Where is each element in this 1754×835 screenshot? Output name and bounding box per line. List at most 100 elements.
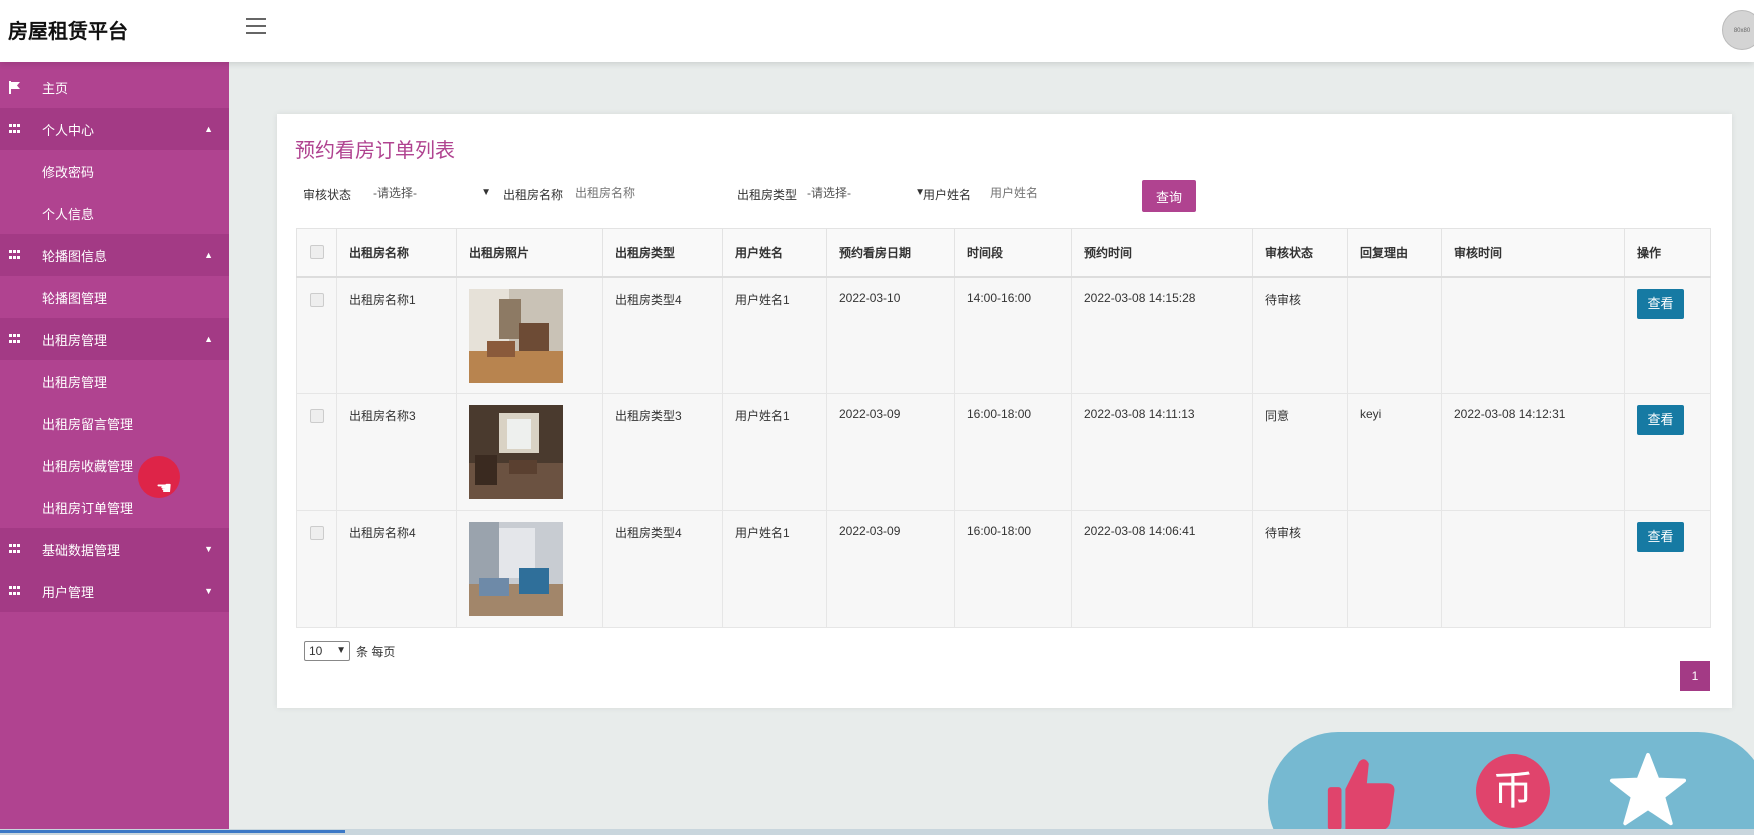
cell-name: 出租房名称3	[336, 393, 457, 511]
row-checkbox[interactable]	[296, 393, 337, 511]
sidebar-group-label: 轮播图信息	[42, 248, 108, 264]
cell-actions: 查看	[1624, 276, 1711, 394]
grid-icon	[8, 124, 22, 134]
cell-booked-time: 2022-03-08 14:15:28	[1071, 276, 1253, 394]
cell-user: 用户姓名1	[722, 276, 827, 394]
app-title: 房屋租赁平台	[8, 21, 128, 43]
coin-glyph: 币	[1476, 754, 1550, 828]
thumbs-up-icon[interactable]	[1322, 752, 1400, 830]
orders-table: 出租房名称 出租房照片 出租房类型 用户姓名 预约看房日期 时间段 预约时间 审…	[296, 228, 1711, 628]
column-header: 操作	[1624, 228, 1711, 278]
sidebar-group-label: 出租房管理	[42, 332, 108, 348]
sidebar-group-label: 用户管理	[42, 584, 95, 600]
cell-user: 用户姓名1	[722, 393, 827, 511]
table-row: 出租房名称1 出租房类型4 用户姓名1 2022-03-10 14:00-16:…	[296, 276, 1711, 394]
cell-review-time	[1441, 510, 1625, 628]
row-checkbox[interactable]	[296, 276, 337, 394]
grid-icon	[8, 334, 22, 344]
cell-slot: 14:00-16:00	[954, 276, 1072, 394]
sidebar-item-rental-favorites[interactable]: 出租房收藏管理	[0, 444, 229, 486]
grid-icon	[8, 250, 22, 260]
sidebar-item-change-password[interactable]: 修改密码	[0, 150, 229, 192]
cell-date: 2022-03-09	[826, 393, 955, 511]
query-button[interactable]: 查询	[1142, 180, 1196, 212]
sidebar-item-home[interactable]: 主页	[0, 66, 229, 108]
table-header-row: 出租房名称 出租房照片 出租房类型 用户姓名 预约看房日期 时间段 预约时间 审…	[296, 228, 1711, 278]
cell-review-time	[1441, 276, 1625, 394]
column-header: 预约时间	[1071, 228, 1253, 278]
star-icon[interactable]	[1609, 752, 1687, 830]
top-header: 房屋租赁平台 80x80	[0, 0, 1754, 62]
caret-up-icon: ▲	[204, 334, 213, 344]
chevron-down-icon: ▼	[481, 187, 491, 198]
bottom-progress-bar	[0, 829, 1754, 835]
page-size-select[interactable]: 10 ▼	[304, 641, 350, 661]
caret-up-icon: ▲	[204, 250, 213, 260]
user-filter-input[interactable]	[980, 180, 1106, 206]
column-header: 回复理由	[1347, 228, 1442, 278]
sidebar-item-personal-info[interactable]: 个人信息	[0, 192, 229, 234]
column-header: 出租房照片	[456, 228, 603, 278]
cell-actions: 查看	[1624, 510, 1711, 628]
sidebar: 主页 个人中心 ▲ 修改密码 个人信息 轮播图信息 ▲ 轮播图管理 出租房管理 …	[0, 62, 229, 835]
flag-icon	[8, 80, 22, 94]
view-button[interactable]: 查看	[1637, 522, 1684, 552]
status-filter-value: -请选择-	[373, 186, 417, 200]
cell-user: 用户姓名1	[722, 510, 827, 628]
cell-status: 待审核	[1252, 510, 1348, 628]
page-size-suffix: 条 每页	[356, 644, 396, 659]
pagination-page-1[interactable]: 1	[1680, 661, 1710, 691]
cell-photo	[456, 276, 603, 394]
row-checkbox[interactable]	[296, 510, 337, 628]
room-photo	[469, 405, 563, 499]
page-title: 预约看房订单列表	[295, 140, 455, 162]
sidebar-group-carousel[interactable]: 轮播图信息 ▲	[0, 234, 229, 276]
chevron-down-icon: ▼	[336, 645, 346, 656]
view-button[interactable]: 查看	[1637, 288, 1684, 319]
sidebar-group-base-data[interactable]: 基础数据管理 ▼	[0, 528, 229, 570]
select-all-checkbox[interactable]	[296, 228, 337, 278]
status-filter-select[interactable]: -请选择- ▼	[363, 180, 495, 206]
sidebar-group-users[interactable]: 用户管理 ▼	[0, 570, 229, 612]
sidebar-group-rental[interactable]: 出租房管理 ▲	[0, 318, 229, 360]
column-header: 预约看房日期	[826, 228, 955, 278]
grid-icon	[8, 586, 22, 596]
cell-booked-time: 2022-03-08 14:06:41	[1071, 510, 1253, 628]
cell-status: 同意	[1252, 393, 1348, 511]
type-filter-value: -请选择-	[807, 186, 851, 200]
column-header: 时间段	[954, 228, 1072, 278]
sidebar-item-label: 主页	[42, 80, 69, 96]
menu-toggle-icon[interactable]	[246, 18, 266, 34]
sidebar-item-carousel-manage[interactable]: 轮播图管理	[0, 276, 229, 318]
hand-cursor-icon: ☚	[156, 478, 173, 498]
column-header: 出租房名称	[336, 228, 457, 278]
avatar[interactable]: 80x80	[1722, 10, 1754, 50]
cell-reason	[1347, 276, 1442, 394]
room-photo	[469, 522, 563, 616]
name-filter-input[interactable]	[565, 180, 691, 206]
cell-photo	[456, 510, 603, 628]
cell-reason	[1347, 510, 1442, 628]
user-filter-label: 用户姓名	[923, 188, 972, 202]
cell-type: 出租房类型3	[602, 393, 723, 511]
column-header: 审核时间	[1441, 228, 1625, 278]
cell-status: 待审核	[1252, 276, 1348, 394]
cell-name: 出租房名称1	[336, 276, 457, 394]
sidebar-item-rental-orders[interactable]: 出租房订单管理	[0, 486, 229, 528]
coin-icon[interactable]: 币	[1474, 752, 1552, 830]
cell-type: 出租房类型4	[602, 510, 723, 628]
cell-type: 出租房类型4	[602, 276, 723, 394]
view-button[interactable]: 查看	[1637, 405, 1684, 435]
sidebar-item-rental-messages[interactable]: 出租房留言管理	[0, 402, 229, 444]
cell-review-time: 2022-03-08 14:12:31	[1441, 393, 1625, 511]
filter-bar: 审核状态 -请选择- ▼ 出租房名称 出租房类型 -请选择- ▼ 用户姓名	[303, 178, 1705, 210]
cell-reason: keyi	[1347, 393, 1442, 511]
sidebar-group-personal[interactable]: 个人中心 ▲	[0, 108, 229, 150]
name-filter-label: 出租房名称	[503, 188, 564, 202]
type-filter-select[interactable]: -请选择- ▼	[797, 180, 929, 206]
column-header: 出租房类型	[602, 228, 723, 278]
cell-date: 2022-03-09	[826, 510, 955, 628]
type-filter-label: 出租房类型	[737, 188, 798, 202]
cell-date: 2022-03-10	[826, 276, 955, 394]
sidebar-item-rental-manage[interactable]: 出租房管理	[0, 360, 229, 402]
